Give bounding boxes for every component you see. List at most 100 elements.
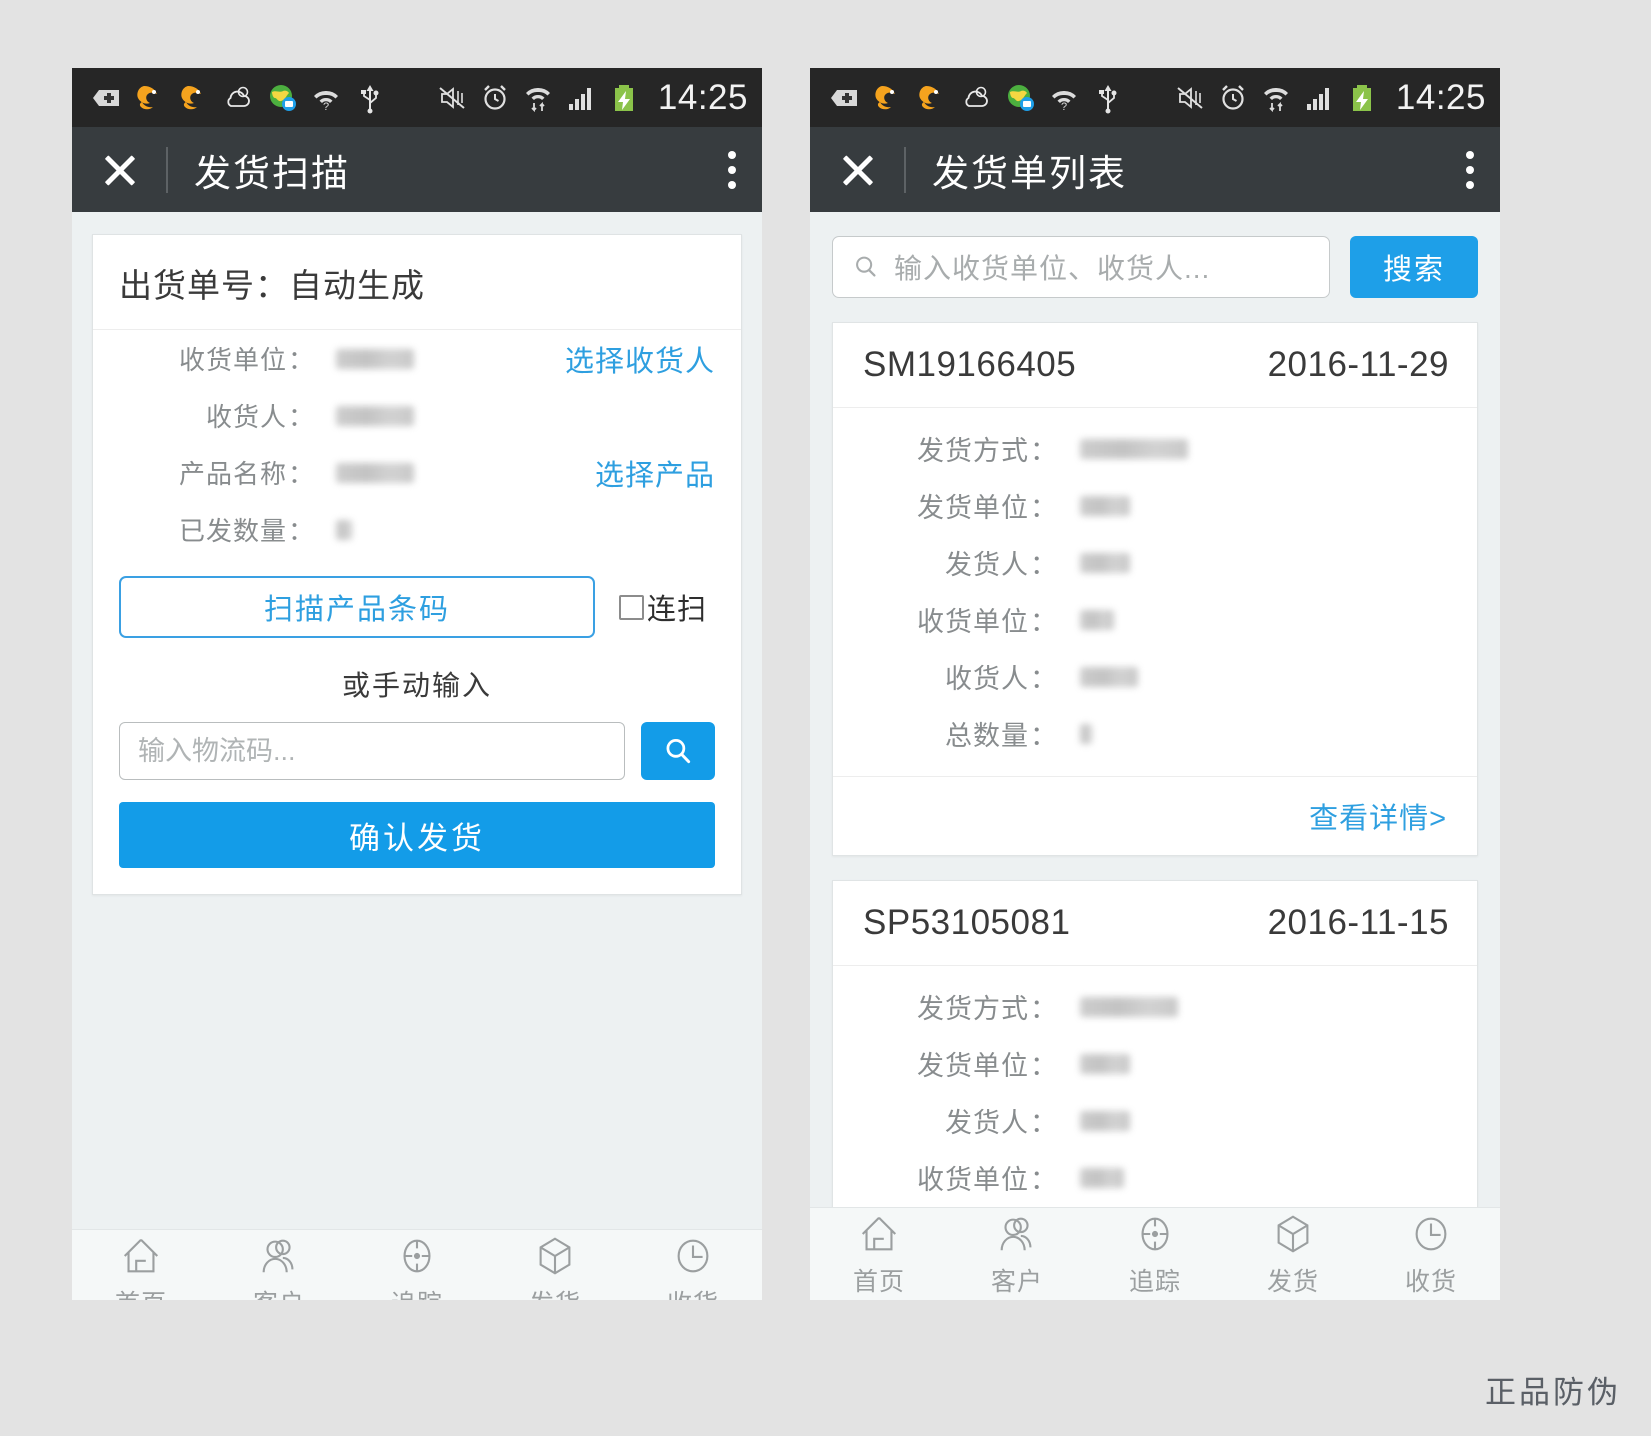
select-receiver-link[interactable]: 选择收货人 — [565, 338, 715, 380]
continuous-scan-checkbox[interactable]: 连扫 — [619, 586, 707, 628]
field-label: 已发数量 — [178, 516, 287, 546]
row-label: 发货方式 — [917, 436, 1029, 466]
search-button[interactable]: 搜索 — [1350, 236, 1478, 298]
alarm-clock-icon — [1222, 84, 1244, 110]
row-colon: ： — [1030, 994, 1057, 1024]
card-header: SP53105081 2016-11-15 — [833, 881, 1477, 966]
row-shipping-method: 发货方式 ： — [833, 978, 1477, 1035]
form-row-product-name: 产品名称 ： 选择产品 — [93, 444, 741, 501]
battery-charging-icon — [1352, 84, 1371, 111]
row-value-redacted — [1080, 723, 1092, 744]
shipment-code: SM19166405 — [863, 345, 1077, 384]
tab-label: 追踪 — [1128, 1267, 1181, 1296]
logistics-search-button[interactable] — [641, 722, 715, 780]
shipment-box-icon — [539, 1237, 571, 1274]
close-icon[interactable] — [98, 148, 142, 192]
shipment-list-card[interactable]: SM19166405 2016-11-29 发货方式 ： 发货单位 ： 发货人 … — [832, 322, 1478, 856]
row-value-redacted — [1080, 609, 1114, 630]
logistics-code-input[interactable] — [119, 722, 625, 780]
title-bar-left: 发货扫描 — [72, 127, 762, 212]
tab-customers[interactable]: 客户 — [948, 1211, 1086, 1298]
row-label: 发货方式 — [917, 994, 1029, 1024]
card-body: 发货方式 ： 发货单位 ： 发货人 ： 收货单 — [833, 408, 1477, 776]
row-colon: ： — [1030, 664, 1057, 694]
status-bar-left: ? 14:25 — [72, 68, 762, 127]
row-colon: ： — [1030, 436, 1057, 466]
watermark-text: 正品防伪 — [1485, 1375, 1621, 1410]
row-colon: ： — [1030, 1108, 1057, 1138]
tracking-target-icon — [1141, 1217, 1169, 1250]
svg-text:?: ? — [1061, 101, 1067, 113]
tab-receive[interactable]: 收货 — [624, 1233, 762, 1300]
form-row-receiver-unit: 收货单位 ： 选择收货人 — [93, 330, 741, 387]
field-value-redacted — [336, 519, 715, 540]
svg-text:?: ? — [323, 101, 329, 113]
battery-charging-icon — [614, 84, 633, 111]
plus-badge-icon — [831, 89, 857, 106]
tab-tracking[interactable]: 追踪 — [1086, 1211, 1224, 1298]
tab-label: 收货 — [1404, 1267, 1457, 1296]
tracking-target-icon — [403, 1239, 431, 1272]
field-colon: ： — [288, 516, 315, 546]
signal-bars-icon — [568, 87, 591, 110]
shipment-card-header: 出货单号：自动生成 — [93, 235, 741, 330]
card-footer: 查看详情> — [833, 776, 1477, 855]
tab-label: 发货 — [529, 1284, 581, 1301]
row-label: 发货人 — [945, 550, 1029, 580]
checkbox-box-icon[interactable] — [619, 594, 644, 620]
mute-vibrate-icon — [1177, 86, 1203, 109]
confirm-shipment-button[interactable]: 确认发货 — [119, 802, 715, 868]
tab-home[interactable]: 首页 — [810, 1211, 948, 1298]
close-icon[interactable] — [836, 148, 880, 192]
scan-barcode-button[interactable]: 扫描产品条码 — [119, 576, 595, 638]
tab-home[interactable]: 首页 — [72, 1233, 210, 1301]
row-shipper-person: 发货人 ： — [833, 534, 1477, 591]
uc-browser-icon — [875, 85, 895, 109]
bottom-tab-bar-right: 首页 客户 追踪 发货 收货 — [810, 1207, 1500, 1300]
weather-cloud-icon — [227, 86, 250, 107]
wifi-question-icon: ? — [1052, 90, 1076, 113]
plus-badge-icon — [93, 89, 119, 106]
map-globe-icon — [270, 84, 296, 111]
field-value-redacted — [336, 348, 565, 369]
overflow-menu-icon[interactable] — [1454, 145, 1478, 195]
row-label: 发货单位 — [917, 493, 1029, 523]
field-value-redacted — [336, 405, 715, 426]
field-value-redacted — [336, 462, 595, 483]
page-canvas: ? 14:25 发货扫描 出货单号：自动生成 收货单位 ： 选择收货人 收货人 … — [0, 0, 1651, 1436]
signal-bars-icon — [1306, 87, 1329, 110]
uc-browser-icon — [919, 85, 939, 109]
form-row-sent-quantity: 已发数量 ： — [93, 501, 741, 558]
row-label: 收货单位 — [917, 607, 1029, 637]
view-detail-link[interactable]: 查看详情> — [1309, 803, 1447, 835]
receive-clock-icon — [677, 1239, 709, 1272]
uc-browser-icon — [137, 85, 157, 109]
mute-vibrate-icon — [439, 86, 465, 109]
row-label: 收货单位 — [917, 1165, 1029, 1195]
search-icon — [856, 256, 876, 277]
select-product-link[interactable]: 选择产品 — [595, 452, 715, 494]
row-total-quantity: 总数量 ： — [833, 705, 1477, 762]
row-value-redacted — [1080, 1110, 1130, 1131]
row-receiver-unit: 收货单位 ： — [833, 591, 1477, 648]
tab-tracking[interactable]: 追踪 — [348, 1233, 486, 1300]
tab-label: 首页 — [115, 1284, 167, 1301]
tab-customers[interactable]: 客户 — [210, 1233, 348, 1300]
row-colon: ： — [1030, 1165, 1057, 1195]
page-title: 发货单列表 — [932, 152, 1127, 194]
row-colon: ： — [1030, 721, 1057, 751]
row-shipping-method: 发货方式 ： — [833, 420, 1477, 477]
field-colon: ： — [288, 402, 315, 432]
tab-shipment[interactable]: 发货 — [486, 1233, 624, 1301]
overflow-menu-icon[interactable] — [716, 145, 740, 195]
row-value-redacted — [1080, 996, 1178, 1017]
customers-icon — [262, 1239, 294, 1272]
tab-shipment[interactable]: 发货 — [1224, 1211, 1362, 1298]
row-value-redacted — [1080, 666, 1138, 687]
field-colon: ： — [288, 459, 315, 489]
card-header: SM19166405 2016-11-29 — [833, 323, 1477, 408]
tab-receive[interactable]: 收货 — [1362, 1211, 1500, 1298]
left-screen-body: 出货单号：自动生成 收货单位 ： 选择收货人 收货人 ： 产品名称 ： 选择产品… — [72, 234, 762, 1300]
search-input-wrapper[interactable]: 输入收货单位、收货人... — [832, 236, 1330, 298]
status-bar-clock: 14:25 — [1395, 77, 1486, 117]
